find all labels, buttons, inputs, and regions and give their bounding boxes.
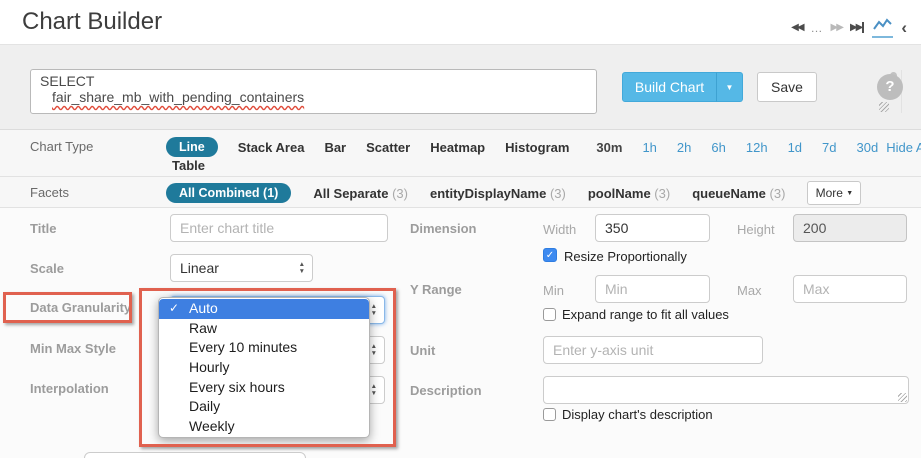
menu-option-weekly[interactable]: Weekly — [159, 417, 369, 437]
menu-option-hourly[interactable]: Hourly — [159, 358, 369, 378]
width-label: Width — [543, 222, 576, 237]
form-area — [0, 208, 921, 458]
y-max-input[interactable] — [793, 275, 907, 303]
dimension-label: Dimension — [410, 221, 476, 236]
page-title: Chart Builder — [22, 8, 162, 36]
hide-additional-options-link[interactable]: Hide Additional Options — [886, 140, 921, 155]
chart-type-histogram[interactable]: Histogram — [505, 140, 569, 155]
title-input[interactable] — [170, 214, 388, 242]
facet-all-separate[interactable]: All Separate (3) — [313, 186, 408, 201]
time-range-1h[interactable]: 1h — [642, 140, 656, 155]
scale-select[interactable]: Linear ▲▼ — [170, 254, 313, 282]
select-spinner-icon: ▲▼ — [371, 343, 377, 357]
chart-type-stack-area[interactable]: Stack Area — [238, 140, 305, 155]
query-editor[interactable]: SELECT fair_share_mb_with_pending_contai… — [30, 69, 597, 114]
description-resize-handle[interactable] — [898, 393, 907, 402]
build-chart-caret-icon[interactable]: ▼ — [716, 72, 743, 102]
select-spinner-icon: ▲▼ — [299, 261, 305, 275]
line-chart-icon[interactable] — [872, 17, 893, 38]
time-range-7d[interactable]: 7d — [822, 140, 836, 155]
skip-to-end-icon[interactable]: ▶▶ — [850, 22, 864, 33]
chart-type-table[interactable]: Table — [172, 158, 205, 173]
time-nav-controls: ◀◀ … ▶▶ ▶▶ ‹ — [791, 17, 907, 38]
title-label: Title — [30, 221, 57, 236]
facet-entity-display-name[interactable]: entityDisplayName (3) — [430, 186, 566, 201]
time-range-2h[interactable]: 2h — [677, 140, 691, 155]
header: Chart Builder ◀◀ … ▶▶ ▶▶ ‹ — [0, 0, 921, 45]
height-label: Height — [737, 222, 775, 237]
query-line-2: fair_share_mb_with_pending_containers — [52, 89, 570, 105]
min-max-style-label: Min Max Style — [30, 341, 116, 356]
interpolation-label: Interpolation — [30, 381, 109, 396]
facet-queue-name[interactable]: queueName (3) — [692, 186, 785, 201]
menu-option-auto[interactable]: ✓ Auto — [159, 299, 369, 319]
facets-more-button[interactable]: More ▼ — [807, 181, 861, 205]
chart-type-options: Line Stack Area Bar Scatter Heatmap Hist… — [166, 137, 921, 157]
more-dots-icon[interactable]: … — [811, 21, 823, 35]
chart-type-label: Chart Type — [30, 139, 93, 154]
min-label: Min — [543, 283, 564, 298]
caret-down-icon: ▼ — [846, 190, 853, 197]
facets-options: All Combined (1) All Separate (3) entity… — [166, 181, 861, 205]
chart-builder-page: Chart Builder ◀◀ … ▶▶ ▶▶ ‹ SELECT fair_s… — [0, 0, 921, 458]
data-granularity-menu: ✓ Auto Raw Every 10 minutes Hourly Every… — [158, 297, 370, 438]
description-label: Description — [410, 383, 482, 398]
expand-range-label: Expand range to fit all values — [562, 307, 729, 322]
chart-type-line-selected[interactable]: Line — [166, 137, 218, 157]
check-icon: ✓ — [169, 299, 179, 319]
time-range-current[interactable]: 30m — [596, 140, 622, 155]
expand-range-checkbox[interactable] — [543, 308, 556, 321]
time-range-1d[interactable]: 1d — [788, 140, 802, 155]
resize-proportionally-checkbox[interactable]: ✓ — [543, 248, 557, 262]
textarea-resize-handle[interactable] — [879, 102, 889, 112]
save-button[interactable]: Save — [757, 72, 817, 102]
display-description-label: Display chart's description — [562, 407, 713, 422]
time-range-6h[interactable]: 6h — [711, 140, 725, 155]
unit-input[interactable] — [543, 336, 763, 364]
time-range-30d[interactable]: 30d — [857, 140, 879, 155]
y-range-label: Y Range — [410, 282, 462, 297]
collapse-chevron-icon[interactable]: ‹ — [901, 23, 907, 33]
y-min-input[interactable] — [595, 275, 710, 303]
menu-option-daily[interactable]: Daily — [159, 397, 369, 417]
help-icon[interactable]: ? — [877, 74, 903, 100]
max-label: Max — [737, 283, 762, 298]
resize-proportionally-label: Resize Proportionally — [564, 249, 687, 264]
time-range-12h[interactable]: 12h — [746, 140, 768, 155]
display-description-checkbox[interactable] — [543, 408, 556, 421]
width-input[interactable] — [595, 214, 710, 242]
menu-option-every-six-hours[interactable]: Every six hours — [159, 378, 369, 398]
skip-back-icon[interactable]: ◀◀ — [791, 22, 802, 33]
facet-pool-name[interactable]: poolName (3) — [588, 186, 670, 201]
facet-all-combined-selected[interactable]: All Combined (1) — [166, 183, 291, 203]
select-spinner-icon: ▲▼ — [371, 383, 377, 397]
menu-option-every-10-minutes[interactable]: Every 10 minutes — [159, 338, 369, 358]
menu-option-raw[interactable]: Raw — [159, 319, 369, 339]
fast-forward-icon[interactable]: ▶▶ — [831, 22, 842, 33]
facets-label: Facets — [30, 185, 69, 200]
chart-type-heatmap[interactable]: Heatmap — [430, 140, 485, 155]
build-chart-button[interactable]: Build Chart — [622, 72, 717, 102]
height-input — [793, 214, 907, 242]
scale-label: Scale — [30, 261, 64, 276]
partial-input-below[interactable] — [84, 452, 306, 458]
unit-label: Unit — [410, 343, 435, 358]
description-textarea[interactable] — [543, 376, 909, 404]
data-granularity-label: Data Granularity — [30, 300, 131, 315]
select-spinner-icon: ▲▼ — [371, 303, 377, 317]
query-line-1: SELECT — [40, 73, 570, 89]
chart-type-bar[interactable]: Bar — [324, 140, 346, 155]
chart-type-scatter[interactable]: Scatter — [366, 140, 410, 155]
